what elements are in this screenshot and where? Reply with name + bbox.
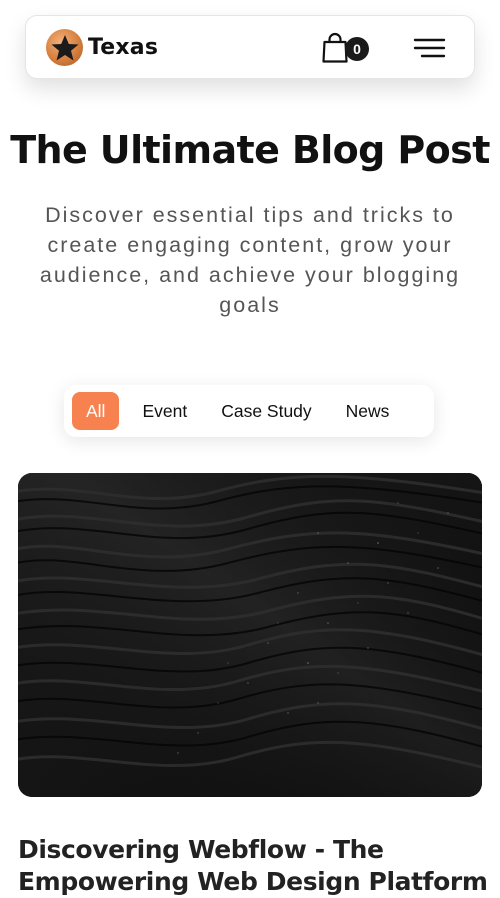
hamburger-menu-icon bbox=[413, 38, 446, 58]
post-image[interactable] bbox=[18, 473, 482, 797]
sand-dunes-image bbox=[18, 473, 482, 797]
navbar: Texas 0 bbox=[25, 15, 475, 79]
page-title: The Ultimate Blog Post bbox=[10, 128, 490, 172]
page-subtitle: Discover essential tips and tricks to cr… bbox=[39, 203, 461, 317]
brand-link[interactable]: Texas bbox=[46, 29, 158, 66]
post-title[interactable]: Discovering Webflow - The Empowering Web… bbox=[18, 834, 488, 898]
menu-button[interactable] bbox=[413, 36, 447, 60]
tab-event[interactable]: Event bbox=[131, 392, 198, 430]
brand-name: Texas bbox=[88, 35, 159, 60]
tab-news[interactable]: News bbox=[335, 392, 401, 430]
page: Texas 0 The Ultimate Blog Post Discover … bbox=[0, 0, 500, 898]
star-icon bbox=[46, 29, 83, 66]
cart-button[interactable]: 0 bbox=[321, 32, 377, 64]
tab-case-study[interactable]: Case Study bbox=[210, 392, 322, 430]
tab-all[interactable]: All bbox=[72, 392, 120, 430]
cart-count-badge: 0 bbox=[345, 37, 369, 61]
category-tabs: All Event Case Study News bbox=[64, 385, 434, 437]
